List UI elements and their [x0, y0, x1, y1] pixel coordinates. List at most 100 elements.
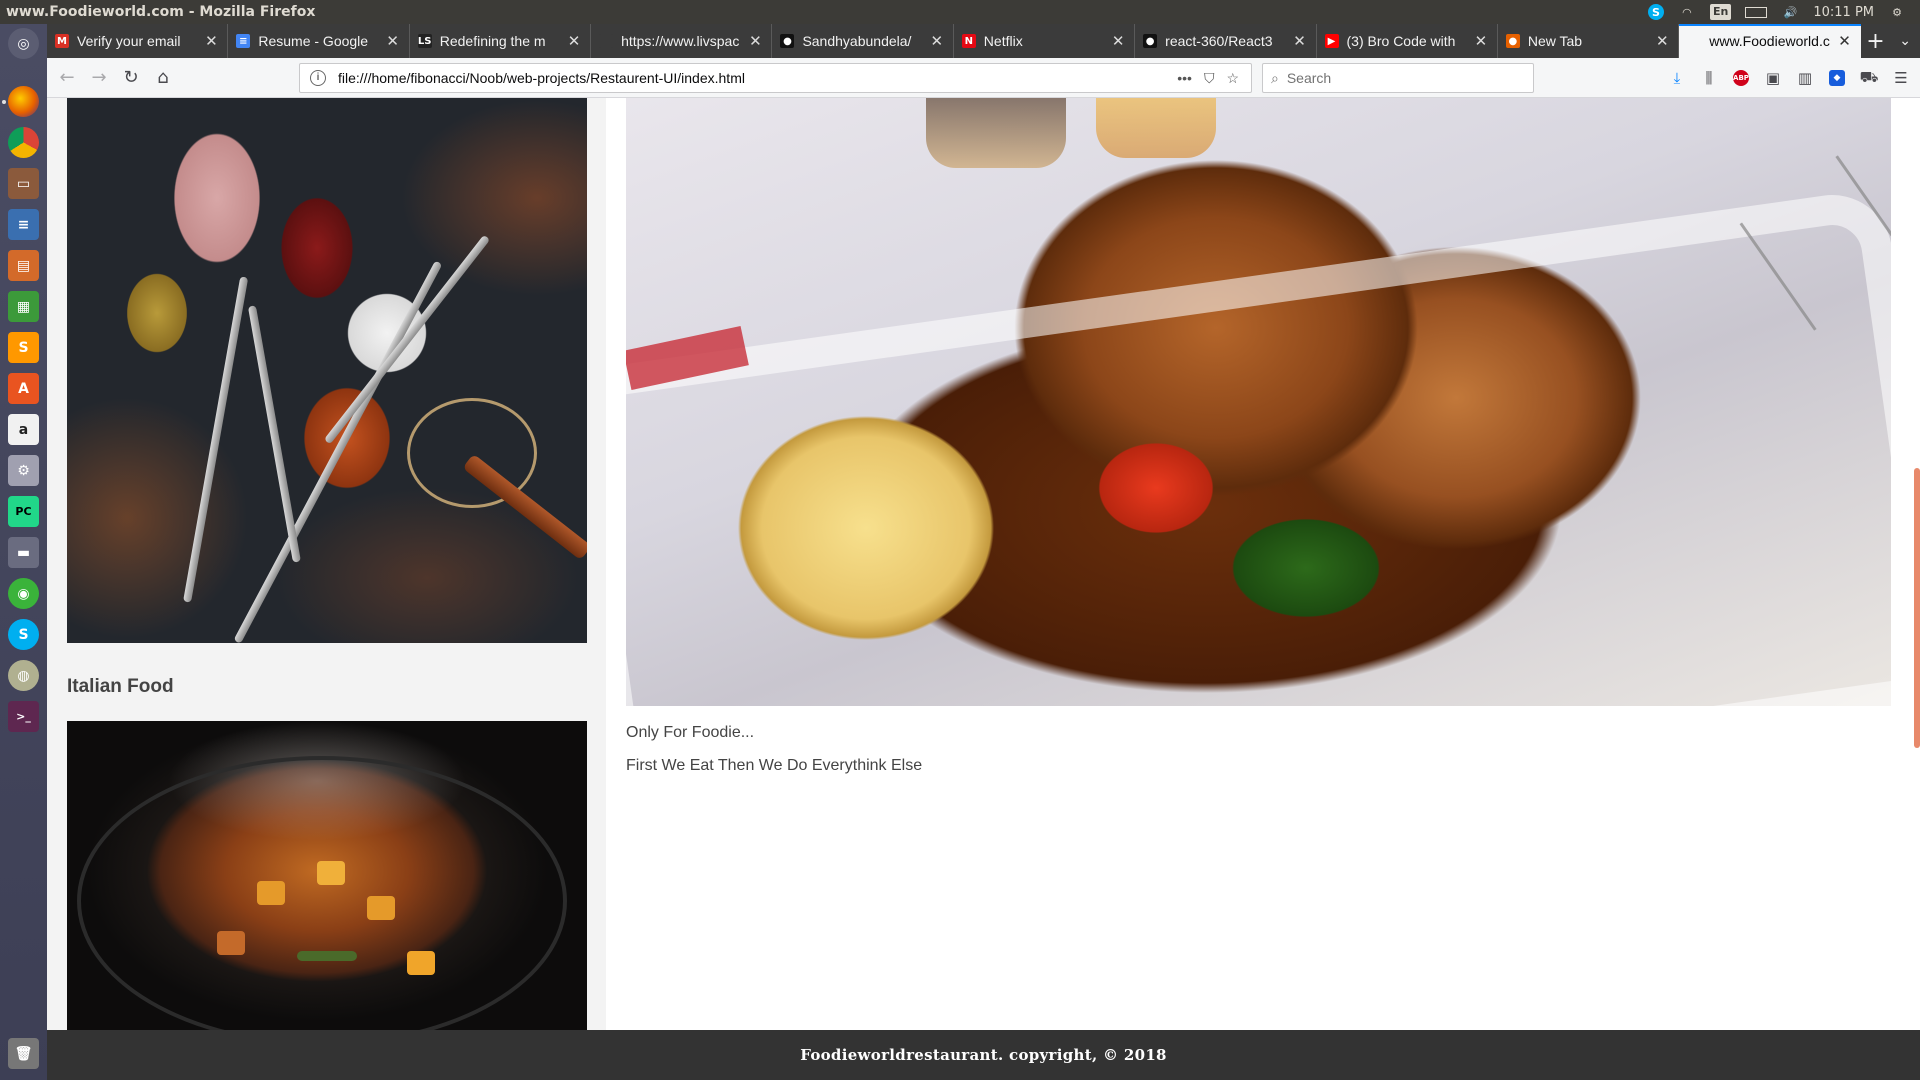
- tab-close-icon[interactable]: ✕: [385, 32, 401, 50]
- network-app-icon[interactable]: ◉: [8, 578, 39, 609]
- power-gear-icon[interactable]: ⚙: [1888, 5, 1906, 19]
- url-bar[interactable]: i file:///home/fibonacci/Noob/web-projec…: [299, 63, 1252, 93]
- tagline-subtext: First We Eat Then We Do Everythink Else: [626, 757, 923, 774]
- home-icon[interactable]: ⌂: [147, 62, 179, 94]
- tab-close-icon[interactable]: ✕: [1837, 32, 1853, 50]
- trash-icon[interactable]: 🗑: [8, 1038, 39, 1069]
- tab-close-icon[interactable]: ✕: [1292, 32, 1308, 50]
- file-manager-icon[interactable]: ▭: [8, 168, 39, 199]
- skype-tray-icon[interactable]: S: [1647, 4, 1664, 20]
- wifi-icon[interactable]: ◠: [1678, 5, 1696, 19]
- launcher-dock: ◎ ▭ ≡ ▤ ▦ S A a ⚙ PC ▬ ◉ S ◍ >_ 🗑: [0, 24, 47, 1080]
- browser-tab[interactable]: ● react-360/React3 ✕: [1135, 24, 1317, 58]
- browser-tab[interactable]: ▶ (3) Bro Code with ✕: [1317, 24, 1498, 58]
- food-chunk: [367, 896, 395, 920]
- tab-close-icon[interactable]: ✕: [1473, 32, 1489, 50]
- italian-food-image: [67, 721, 587, 1031]
- skype-launcher-icon[interactable]: S: [8, 619, 39, 650]
- navigation-toolbar: ← → ↻ ⌂ i file:///home/fibonacci/Noob/we…: [47, 58, 1920, 98]
- tab-label: react-360/React3: [1165, 33, 1273, 49]
- tab-close-icon[interactable]: ✕: [566, 32, 582, 50]
- optical-drive-icon[interactable]: ◍: [8, 660, 39, 691]
- software-center-icon[interactable]: A: [8, 373, 39, 404]
- spoon-handle: [183, 276, 249, 603]
- forward-arrow-icon[interactable]: →: [83, 62, 115, 94]
- page-actions-icon[interactable]: •••: [1177, 70, 1192, 86]
- spices-image: [67, 98, 587, 643]
- keyboard-layout-indicator[interactable]: En: [1709, 4, 1732, 20]
- tab-label: (3) Bro Code with: [1346, 33, 1456, 49]
- back-arrow-icon[interactable]: ←: [51, 62, 83, 94]
- food-chunk: [217, 931, 245, 955]
- adblock-plus-icon[interactable]: ABP: [1728, 62, 1754, 94]
- tab-close-icon[interactable]: ✕: [929, 32, 945, 50]
- amazon-icon[interactable]: a: [8, 414, 39, 445]
- browser-tab[interactable]: ● Sandhyabundela/ ✕: [772, 24, 954, 58]
- tab-label: https://www.livspac: [621, 33, 740, 49]
- green-pepper: [297, 951, 357, 961]
- netflix-icon: N: [961, 34, 976, 48]
- browser-tab[interactable]: M Verify your email ✕: [47, 24, 229, 58]
- url-text[interactable]: file:///home/fibonacci/Noob/web-projects…: [338, 70, 1177, 86]
- tab-list-chevron-icon[interactable]: ⌄: [1890, 24, 1920, 58]
- browser-tab[interactable]: N Netflix ✕: [954, 24, 1136, 58]
- page-footer: Foodieworldrestaurant. copyright, © 2018: [47, 1030, 1920, 1080]
- blank-page-icon: [1687, 34, 1702, 48]
- chrome-launcher-icon[interactable]: [8, 127, 39, 158]
- tab-label: Redefining the m: [439, 33, 546, 49]
- hamburger-menu-icon[interactable]: ☰: [1888, 62, 1914, 94]
- volume-icon[interactable]: 🔊: [1781, 5, 1799, 19]
- browser-tab[interactable]: www.Foodieworld.c ✕: [1679, 24, 1861, 58]
- tab-strip: M Verify your email ✕ ≡ Resume - Google ✕ LS Re…: [47, 24, 1920, 58]
- search-placeholder: Search: [1286, 70, 1332, 86]
- glass: [926, 98, 1066, 168]
- bookmark-star-icon[interactable]: ☆: [1226, 70, 1239, 87]
- tab-close-icon[interactable]: ✕: [1654, 32, 1670, 50]
- tab-label: Netflix: [983, 33, 1023, 49]
- browser-tab[interactable]: https://www.livspac ✕: [591, 24, 773, 58]
- running-indicator: [2, 100, 6, 104]
- browser-tab[interactable]: ● New Tab ✕: [1498, 24, 1680, 58]
- tab-label: www.Foodieworld.c: [1709, 33, 1830, 49]
- github-icon: ●: [780, 34, 795, 48]
- dash-home-icon[interactable]: ◎: [8, 28, 39, 59]
- reload-icon[interactable]: ↻: [115, 62, 147, 94]
- pocket-icon[interactable]: ⛉: [1204, 70, 1215, 87]
- tab-close-icon[interactable]: ✕: [203, 32, 219, 50]
- battery-icon[interactable]: [1745, 6, 1768, 18]
- bitwarden-icon[interactable]: ◆: [1824, 62, 1850, 94]
- google-docs-icon: ≡: [236, 34, 251, 48]
- pycharm-icon[interactable]: PC: [8, 496, 39, 527]
- page-viewport: Italian Food Only For Foodie... First We…: [47, 98, 1920, 1080]
- tab-label: Sandhyabundela/: [802, 33, 912, 49]
- reader-icon[interactable]: ▥: [1792, 62, 1818, 94]
- github-icon: ●: [1143, 34, 1158, 48]
- libreoffice-impress-icon[interactable]: ▤: [8, 250, 39, 281]
- new-tab-button[interactable]: +: [1861, 24, 1891, 58]
- search-input[interactable]: ⌕ Search: [1262, 63, 1534, 93]
- terminal-icon[interactable]: >_: [8, 701, 39, 732]
- sidebar-icon[interactable]: ▣: [1760, 62, 1786, 94]
- libreoffice-calc-icon[interactable]: ▦: [8, 291, 39, 322]
- search-icon: ⌕: [1271, 69, 1279, 86]
- scrollbar-thumb[interactable]: [1914, 468, 1920, 748]
- library-icon[interactable]: ⫼: [1696, 62, 1722, 94]
- left-column: Italian Food: [47, 98, 606, 1031]
- spoon-handle: [247, 305, 301, 563]
- sublime-text-icon[interactable]: S: [8, 332, 39, 363]
- tab-close-icon[interactable]: ✕: [747, 32, 763, 50]
- tab-close-icon[interactable]: ✕: [1110, 32, 1126, 50]
- system-settings-icon[interactable]: ⚙: [8, 455, 39, 486]
- site-info-icon[interactable]: i: [310, 70, 326, 86]
- disk-drive-icon[interactable]: ▬: [8, 537, 39, 568]
- text-editor-icon[interactable]: ≡: [8, 209, 39, 240]
- right-column: Only For Foodie... First We Eat Then We …: [606, 98, 1920, 1030]
- youtube-icon: ▶: [1324, 34, 1339, 48]
- food-chunk: [407, 951, 435, 975]
- extension-icon[interactable]: ⛟: [1856, 62, 1882, 94]
- clock[interactable]: 10:11 PM: [1813, 5, 1874, 20]
- firefox-launcher-icon[interactable]: [8, 86, 39, 117]
- downloads-icon[interactable]: ⤓: [1664, 62, 1690, 94]
- browser-tab[interactable]: LS Redefining the m ✕: [410, 24, 592, 58]
- browser-tab[interactable]: ≡ Resume - Google ✕: [228, 24, 410, 58]
